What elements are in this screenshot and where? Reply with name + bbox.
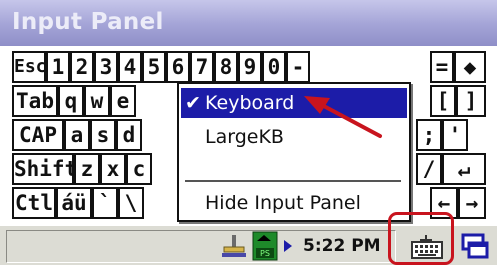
key-w[interactable]: w — [84, 85, 110, 117]
key-4[interactable]: 4 — [118, 51, 142, 83]
key-right-bracket[interactable]: ] — [456, 85, 486, 117]
key-arrow-right[interactable]: → — [458, 187, 486, 219]
tray-expand-icon[interactable] — [283, 239, 293, 253]
key-0[interactable]: 0 — [262, 51, 286, 83]
key-5[interactable]: 5 — [142, 51, 166, 83]
key-equals[interactable]: = — [430, 51, 454, 83]
key-backtick[interactable]: ` — [92, 187, 118, 219]
clock[interactable]: 5:22 PM — [303, 231, 381, 261]
annotation-arrow-icon — [304, 96, 382, 138]
menu-item-label: Hide Input Panel — [205, 192, 361, 214]
key-6[interactable]: 6 — [166, 51, 190, 83]
svg-text:PS: PS — [260, 249, 270, 258]
key-7[interactable]: 7 — [190, 51, 214, 83]
activesync-icon[interactable]: PS — [252, 231, 278, 261]
key-intl[interactable]: áü — [56, 187, 92, 219]
key-s[interactable]: s — [90, 119, 116, 151]
key-caps[interactable]: CAP — [12, 119, 64, 151]
input-panel-screen: Input Panel Esc 1 2 3 4 5 6 7 8 9 0 - = … — [0, 0, 497, 265]
key-tab[interactable]: Tab — [12, 85, 58, 117]
key-slash[interactable]: / — [416, 153, 442, 185]
menu-separator — [185, 180, 401, 182]
key-semicolon[interactable]: ; — [416, 119, 442, 151]
key-1[interactable]: 1 — [46, 51, 70, 83]
key-quote[interactable]: ' — [442, 119, 468, 151]
key-q[interactable]: q — [58, 85, 84, 117]
key-x[interactable]: x — [100, 153, 126, 185]
menu-item-hide-input-panel[interactable]: Hide Input Panel — [181, 188, 407, 218]
key-9[interactable]: 9 — [238, 51, 262, 83]
window-title: Input Panel — [12, 9, 164, 35]
key-enter[interactable]: ↵ — [442, 153, 486, 185]
key-z[interactable]: z — [74, 153, 100, 185]
highlight-annotation — [388, 212, 454, 265]
key-e[interactable]: e — [110, 85, 136, 117]
key-8[interactable]: 8 — [214, 51, 238, 83]
checkmark-icon: ✔ — [185, 92, 201, 114]
key-backslash[interactable]: \ — [118, 187, 144, 219]
key-2[interactable]: 2 — [70, 51, 94, 83]
title-bar: Input Panel — [0, 0, 497, 46]
menu-item-label: Keyboard — [205, 92, 295, 114]
key-a[interactable]: a — [64, 119, 90, 151]
key-c[interactable]: c — [126, 153, 152, 185]
windows-icon[interactable] — [460, 232, 490, 262]
key-left-bracket[interactable]: [ — [430, 85, 456, 117]
key-shift[interactable]: Shift — [12, 153, 74, 185]
key-esc[interactable]: Esc — [12, 51, 46, 83]
key-3[interactable]: 3 — [94, 51, 118, 83]
key-d[interactable]: d — [116, 119, 142, 151]
key-ctrl[interactable]: Ctl — [12, 187, 56, 219]
keyboard-row-1: Esc 1 2 3 4 5 6 7 8 9 0 - = ◆ — [12, 51, 497, 85]
menu-item-label: LargeKB — [205, 126, 284, 148]
network-connection-icon[interactable] — [220, 233, 248, 261]
key-backspace[interactable]: ◆ — [454, 51, 486, 83]
key-minus[interactable]: - — [286, 51, 310, 83]
